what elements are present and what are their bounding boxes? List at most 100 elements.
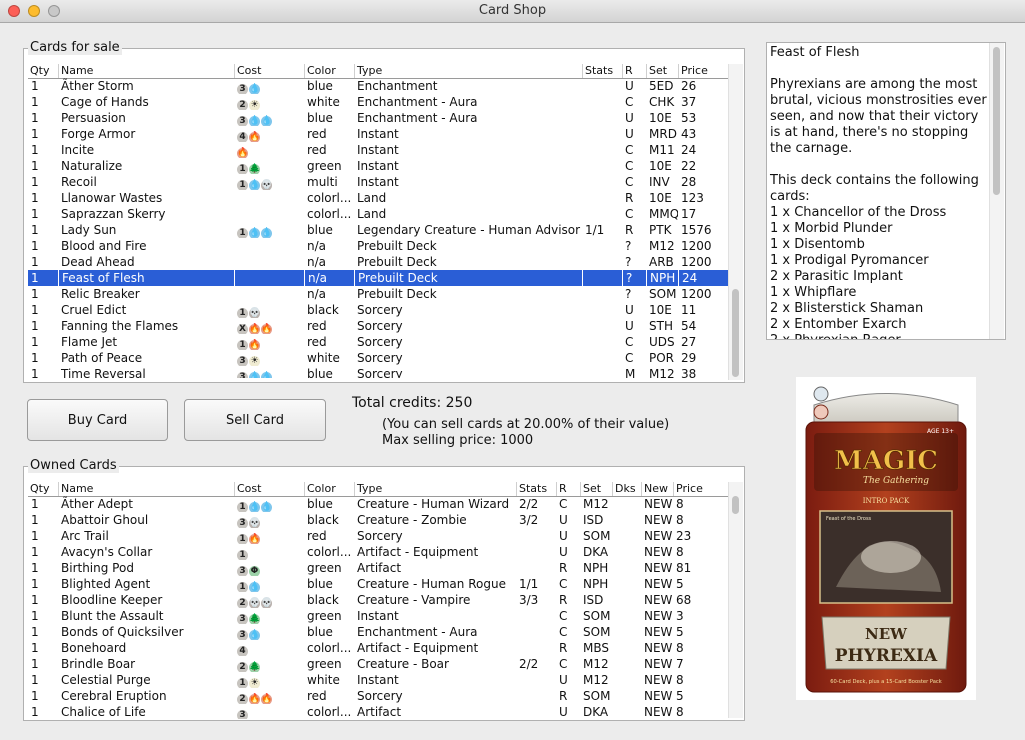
sale-cell-stats [582,142,622,158]
buy-card-button[interactable]: Buy Card [27,399,168,441]
owned-table-row[interactable]: 1 Cerebral Eruption 2 🔥🔥 red Sorcery R SOM NEW 5 [28,688,728,704]
owned-cards-scroll-thumb[interactable] [732,496,739,514]
sale-table-row[interactable]: 1 Saprazzan Skerry colorl... Land C MMQ 17 [28,206,728,222]
sale-column-header[interactable]: Price [678,64,728,78]
mana-red-icon: 🔥 [249,340,261,350]
owned-column-header[interactable]: R [556,482,580,496]
sale-cell-stats [582,110,622,126]
owned-table-row[interactable]: 1 Celestial Purge 1 ☀ white Instant U M12 NEW 8 [28,672,728,688]
sale-table-row[interactable]: 1 Relic Breaker n/a Prebuilt Deck? SOM 1200 [28,286,728,302]
sale-table-row[interactable]: 1 Path of Peace 3 ☀ white Sorcery C POR 29 [28,350,728,366]
sale-cell-price: 38 [681,367,697,378]
owned-table-row[interactable]: 1 Bonehoard 4 colorl... Artifact - Equipment… [28,640,728,656]
sale-column-header[interactable]: Type [354,64,582,78]
owned-table-row[interactable]: 1 Birthing Pod 3 Φgreen Artifact R NPH NEW 81 [28,560,728,576]
sale-column-header[interactable]: R [622,64,646,78]
sell-card-button[interactable]: Sell Card [184,399,326,441]
sale-table-row[interactable]: 1 Time Reversal 3 💧💧 blue Sorcery M M12 38 [28,366,728,378]
owned-cell-qty: 1 [31,561,39,575]
owned-column-header[interactable]: Type [354,482,516,496]
owned-column-header[interactable]: Stats [516,482,556,496]
owned-table-row[interactable]: 1 Blunt the Assault 3 🌲 green Instant C SOM NEW 3 [28,608,728,624]
sale-column-header[interactable]: Qty [28,64,58,78]
sale-cell-name: Cruel Edict [61,303,127,317]
mana-colorless-icon: 3 [237,566,248,576]
owned-cell-dks [612,560,641,576]
sale-table-row[interactable]: 1 Lady Sun 1 💧💧 blue Legendary Creature - Hum… [28,222,728,238]
sale-table-row[interactable]: 1 Flame Jet 1 🔥 red Sorcery C UDS 27 [28,334,728,350]
sale-table-row[interactable]: 1 Persuasion 3 💧💧 blue Enchantment - Aura U 10E… [28,110,728,126]
owned-column-header[interactable]: Dks [612,482,641,496]
sale-cell-cost: 1 💧💀 [234,174,304,190]
owned-cell-new: NEW [644,609,673,623]
sale-column-header[interactable]: Stats [582,64,622,78]
description-scrollbar[interactable] [989,43,1004,339]
sale-cell-name: Lady Sun [61,223,117,237]
sale-table-row[interactable]: 1 Incite 🔥 red Instant C M11 24 [28,142,728,158]
sale-table-row[interactable]: 1 Cruel Edict 1 💀 black Sorcery U 10E 11 [28,302,728,318]
sale-table-row[interactable]: 1 Cage of Hands 2 ☀ white Enchantment - Aura C… [28,94,728,110]
owned-cell-color: red [307,689,327,703]
mana-blue-icon: 💧 [249,180,261,190]
sale-table-row[interactable]: 1 Forge Armor 4 🔥 red Instant U MRD 43 [28,126,728,142]
cards-for-sale-scrollbar[interactable] [728,64,743,380]
owned-cell-price: 8 [676,545,684,559]
sale-cell-cost: 3 💧 [234,78,304,94]
owned-cell-type: Creature - Zombie [357,513,467,527]
owned-table-row[interactable]: 1 Chalice of Life 3 colorl... Artifact U DKA NE… [28,704,728,719]
sale-cell-r: C [625,175,634,189]
sale-cell-type: Instant [357,159,399,173]
mana-colorless-icon: 1 [237,340,248,350]
owned-cards-scrollbar[interactable] [728,482,743,718]
description-scroll-thumb[interactable] [993,47,1000,195]
sale-column-header[interactable]: Name [58,64,234,78]
owned-column-header[interactable]: Price [673,482,728,496]
mana-colorless-icon: 1 [237,550,248,560]
owned-table-row[interactable]: 1 Blighted Agent 1 💧 blue Creature - Human Ro… [28,576,728,592]
owned-column-header[interactable]: Cost [234,482,304,496]
mana-colorless-icon: 2 [237,662,248,672]
owned-table-row[interactable]: 1 Arc Trail 1 🔥 red Sorcery U SOM NEW 23 [28,528,728,544]
sale-table-row[interactable]: 1 Blood and Fire n/a Prebuilt Deck? M12 1200 [28,238,728,254]
sale-cell-qty: 1 [31,111,39,125]
owned-table-row[interactable]: 1 Bloodline Keeper 2 💀💀 black Creature - Vamp… [28,592,728,608]
owned-table-row[interactable]: 1 Bonds of Quicksilver 3 💧 blue Enchantment -… [28,624,728,640]
owned-column-header[interactable]: Qty [28,482,58,496]
sale-cell-name: Ãther Storm [61,79,134,93]
sale-table-row[interactable]: 1 Feast of Flesh n/a Prebuilt Deck? NPH 24 [28,270,728,286]
sale-cell-type: Legendary Creature - Human Advisor [357,223,581,237]
sale-cell-type: Prebuilt Deck [357,287,437,301]
sale-cell-type: Instant [357,143,399,157]
sale-column-header[interactable]: Set [646,64,678,78]
sale-column-header[interactable]: Color [304,64,354,78]
owned-column-header[interactable]: New [641,482,673,496]
owned-column-header[interactable]: Color [304,482,354,496]
sale-cell-price: 28 [681,175,697,189]
owned-cell-name: Blunt the Assault [61,609,164,623]
sale-column-header[interactable]: Cost [234,64,304,78]
owned-cell-type: Creature - Human Rogue [357,577,506,591]
owned-cell-dks [612,688,641,704]
owned-table-row[interactable]: 1 Avacyn's Collar 1 colorl... Artifact - Equ… [28,544,728,560]
owned-cell-qty: 1 [31,513,39,527]
cards-for-sale-scroll-thumb[interactable] [732,289,739,377]
owned-column-header[interactable]: Name [58,482,234,496]
owned-table-row[interactable]: 1 Abattoir Ghoul 3 💀 black Creature - Zombie 3… [28,512,728,528]
mana-white-icon: ☀ [249,100,260,110]
sale-table-row[interactable]: 1 Ãther Storm 3 💧 blue Enchantment U 5ED 26 [28,78,728,94]
sale-table-row[interactable]: 1 Recoil 1 💧💀 multi Instant C INV 28 [28,174,728,190]
mana-colorless-icon: X [237,324,248,334]
sale-table-row[interactable]: 1 Dead Ahead n/a Prebuilt Deck? ARB 1200 [28,254,728,270]
sale-table-row[interactable]: 1 Llanowar Wastes colorl... Land R 10E 123 [28,190,728,206]
sale-table-row[interactable]: 1 Naturalize 1 🌲 green Instant C 10E 22 [28,158,728,174]
sale-cell-color: green [307,159,342,173]
owned-cell-stats: 2/2 [519,657,539,671]
sale-table-row[interactable]: 1 Fanning the Flames X 🔥🔥 red Sorcery U STH 54 [28,318,728,334]
owned-cell-set: MBS [583,641,609,655]
owned-column-header[interactable]: Set [580,482,612,496]
sale-cell-qty: 1 [31,95,39,109]
owned-table-row[interactable]: 1 Brindle Boar 2 🌲 green Creature - Boar 2/2 C M… [28,656,728,672]
mana-colorless-icon: 3 [237,630,248,640]
owned-table-row[interactable]: 1 Ãther Adept 1 💧💧 blue Creature - Human Wiz… [28,496,728,512]
owned-cell-stats [516,688,556,704]
